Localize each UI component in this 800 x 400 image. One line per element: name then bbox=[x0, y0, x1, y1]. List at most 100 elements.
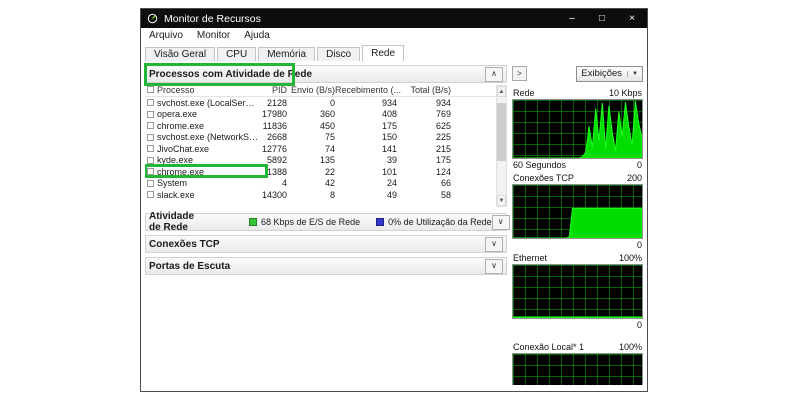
process-name: chrome.exe bbox=[157, 120, 205, 131]
cell-recv: 141 bbox=[381, 143, 397, 154]
row-checkbox[interactable] bbox=[147, 156, 154, 164]
chart-scale: 200 bbox=[626, 173, 642, 183]
cell-send: 42 bbox=[324, 178, 335, 189]
cell-pid: 1388 bbox=[266, 166, 287, 177]
charts-controls: > Exibições ▼ bbox=[512, 65, 643, 82]
cell-recv: 150 bbox=[381, 132, 397, 143]
row-checkbox[interactable] bbox=[147, 179, 154, 187]
process-row[interactable]: opera.exe 17980 360 408 769 bbox=[145, 109, 494, 121]
header-checkbox[interactable] bbox=[147, 86, 154, 93]
process-name: svchost.exe (NetworkService... bbox=[157, 132, 259, 143]
process-name: JivoChat.exe bbox=[157, 143, 210, 154]
cell-pid: 4 bbox=[281, 178, 287, 189]
window-title: Monitor de Recursos bbox=[164, 12, 261, 25]
process-row[interactable]: chrome.exe 11836 450 175 625 bbox=[145, 120, 494, 132]
process-row[interactable]: svchost.exe (LocalServiceAn... 2128 0 934 93… bbox=[145, 97, 494, 109]
process-row[interactable]: svchost.exe (NetworkService... 2668 75 150 2… bbox=[145, 132, 494, 144]
chevron-down-icon[interactable]: ∨ bbox=[485, 258, 503, 274]
section-tcp-bar[interactable]: Conexões TCP ∨ bbox=[145, 235, 507, 253]
cell-total: 225 bbox=[435, 132, 451, 143]
cell-send: 0 bbox=[329, 97, 335, 108]
legend-item: 0% de Utilização da Rede bbox=[376, 217, 492, 227]
maximize-icon[interactable]: □ bbox=[587, 9, 617, 28]
process-row[interactable]: JivoChat.exe 12776 74 141 215 bbox=[145, 143, 494, 155]
views-dropdown-button[interactable]: Exibições ▼ bbox=[576, 65, 643, 82]
menu-monitor[interactable]: Monitor bbox=[197, 30, 230, 41]
content-area: Processos com Atividade de Rede ∧ Proces… bbox=[141, 61, 647, 391]
scrollbar-thumb[interactable] bbox=[497, 103, 506, 161]
cell-recv: 408 bbox=[381, 109, 397, 120]
chart-title: Conexões TCP bbox=[513, 173, 574, 183]
process-row[interactable]: slack.exe 14300 8 49 58 bbox=[145, 189, 494, 201]
section-activity-title: Atividade de Rede bbox=[149, 211, 195, 233]
section-activity-bar[interactable]: Atividade de Rede 68 Kbps de E/S de Rede… bbox=[145, 211, 510, 233]
cell-pid: 11836 bbox=[262, 120, 287, 131]
chevron-down-icon: ▼ bbox=[627, 70, 638, 77]
chart-conex-o-local-1: Conexão Local* 1 100% bbox=[512, 342, 643, 385]
cell-pid: 17980 bbox=[261, 109, 287, 120]
cell-total: 769 bbox=[435, 109, 451, 120]
section-processes-header[interactable]: Processos com Atividade de Rede ∧ bbox=[144, 63, 507, 86]
chart-footer-right: 0 bbox=[636, 160, 642, 170]
row-checkbox[interactable] bbox=[147, 168, 154, 176]
cell-send: 135 bbox=[319, 155, 335, 166]
column-processo[interactable]: Processo bbox=[157, 85, 195, 95]
chart-rede: Rede 10 Kbps 60 Segundos 0 bbox=[512, 88, 643, 170]
chart-series bbox=[513, 101, 642, 158]
left-panel: Processos com Atividade de Rede ∧ Proces… bbox=[144, 63, 510, 385]
cell-total: 175 bbox=[435, 155, 451, 166]
section-processes-title: Processos com Atividade de Rede bbox=[149, 68, 313, 80]
tabbar: Visão Geral CPU Memória Disco Rede bbox=[141, 43, 647, 62]
app-icon bbox=[147, 13, 158, 24]
chart-series bbox=[513, 317, 642, 318]
collapse-charts-icon[interactable]: > bbox=[512, 66, 527, 81]
tab-disco[interactable]: Disco bbox=[317, 47, 361, 62]
chevron-down-icon[interactable]: ∨ bbox=[485, 236, 503, 252]
resource-monitor-window: Monitor de Recursos – □ × Arquivo Monitor… bbox=[140, 8, 648, 392]
cell-pid: 2668 bbox=[266, 132, 287, 143]
process-row[interactable]: kyde.exe 5892 135 39 175 bbox=[145, 155, 494, 167]
chart-ethernet: Ethernet 100% 0 bbox=[512, 253, 643, 330]
chevron-down-icon[interactable]: ∨ bbox=[491, 214, 510, 230]
table-scrollbar[interactable]: ▲ ▼ bbox=[496, 85, 507, 207]
row-checkbox[interactable] bbox=[147, 133, 154, 141]
menu-ajuda[interactable]: Ajuda bbox=[244, 30, 270, 41]
row-checkbox[interactable] bbox=[147, 191, 154, 199]
menu-arquivo[interactable]: Arquivo bbox=[149, 30, 183, 41]
row-checkbox[interactable] bbox=[147, 99, 154, 107]
column-pid[interactable]: PID bbox=[259, 85, 287, 95]
column-total[interactable]: Total (B/s) bbox=[397, 85, 451, 95]
section-ports-title: Portas de Escuta bbox=[149, 260, 231, 272]
scrollbar-track[interactable] bbox=[497, 97, 506, 195]
tab-rede[interactable]: Rede bbox=[362, 45, 405, 61]
minimize-icon[interactable]: – bbox=[557, 9, 587, 28]
row-checkbox[interactable] bbox=[147, 145, 154, 153]
scroll-up-icon[interactable]: ▲ bbox=[497, 86, 506, 97]
tab-memória[interactable]: Memória bbox=[258, 47, 316, 62]
table-header[interactable]: Processo PID Envio (B/s) Recebimento (..… bbox=[145, 83, 507, 97]
cell-total: 625 bbox=[435, 120, 451, 131]
cell-recv: 101 bbox=[381, 166, 397, 177]
cell-send: 450 bbox=[319, 120, 335, 131]
screenshot-canvas: Monitor de Recursos – □ × Arquivo Monitor… bbox=[0, 0, 800, 400]
process-row[interactable]: chrome.exe 1388 22 101 124 bbox=[145, 164, 494, 178]
column-envio[interactable]: Envio (B/s) bbox=[287, 85, 335, 95]
chevron-up-icon[interactable]: ∧ bbox=[485, 66, 503, 82]
cell-send: 75 bbox=[324, 132, 335, 143]
tab-cpu[interactable]: CPU bbox=[217, 47, 257, 62]
cell-pid: 2128 bbox=[266, 97, 287, 108]
chart-scale: 100% bbox=[618, 253, 642, 263]
close-icon[interactable]: × bbox=[617, 9, 647, 28]
row-checkbox[interactable] bbox=[147, 122, 154, 130]
cell-send: 8 bbox=[329, 189, 335, 200]
process-name: System bbox=[157, 178, 188, 189]
column-recebimento[interactable]: Recebimento (... bbox=[335, 85, 401, 95]
scroll-down-icon[interactable]: ▼ bbox=[497, 195, 506, 206]
process-row[interactable]: System 4 42 24 66 bbox=[145, 178, 494, 190]
row-checkbox[interactable] bbox=[147, 110, 154, 118]
activity-legend: 68 Kbps de E/S de Rede 0% de Utilização d… bbox=[249, 217, 492, 227]
tab-visão-geral[interactable]: Visão Geral bbox=[145, 47, 216, 62]
section-ports-bar[interactable]: Portas de Escuta ∨ bbox=[145, 257, 507, 275]
legend-swatch bbox=[249, 218, 258, 226]
titlebar[interactable]: Monitor de Recursos – □ × bbox=[141, 9, 647, 28]
